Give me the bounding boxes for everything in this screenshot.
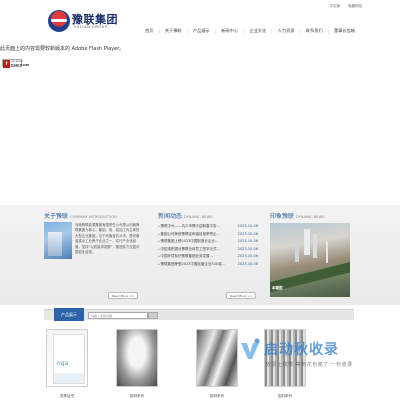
language-link[interactable]: 中文版 bbox=[330, 4, 341, 9]
flash-banner: 此页面上的内容需要较新版本的 Adobe Flash Player。 f GET… bbox=[0, 45, 400, 205]
flash-player-icon: f bbox=[3, 60, 10, 68]
product-label[interactable]: 铝材系列 bbox=[116, 394, 158, 399]
about-section: 关于豫联 COMPANY INTRODUCTION 河南豫联能源集团有限责任公司是… bbox=[44, 211, 142, 301]
watermark-overlay: 启动秋收录 收录上线慢·等到花也谢了·一秒收录 bbox=[238, 337, 388, 377]
product-search-button[interactable] bbox=[148, 312, 158, 319]
nav-item-mailbox[interactable]: 董事长信箱 bbox=[329, 28, 360, 34]
news-list: 豫联中州——巩义市豫中迎新春平安... 2023-10-08 集团公司荣获豫联征和… bbox=[158, 223, 259, 269]
news-item-date: 2023-10-08 bbox=[237, 231, 258, 236]
news-item-date: 2023-10-08 bbox=[237, 224, 258, 228]
news-title: 新闻动态 bbox=[158, 213, 183, 220]
news-item-date: 2023-10-06 bbox=[237, 261, 258, 266]
news-item-title[interactable]: 集团公司荣获豫联征和谐信用荣誉企... bbox=[158, 231, 226, 239]
main-nav: 首页 | 关于豫联 | 产品展示 | 新闻中心 | 企业文化 | 人力资源 | … bbox=[140, 26, 360, 36]
news-item[interactable]: 中铝洛阳铜业豫联全体员工签字仪式... 2023-10-06 bbox=[158, 246, 259, 254]
flash-badge-line2: FLASH PLAYER bbox=[11, 63, 29, 67]
news-item[interactable]: 中国环境标识豫联集团业务发展... 2023-10-06 bbox=[158, 253, 259, 261]
nav-item-news[interactable]: 新闻中心 bbox=[216, 28, 243, 34]
logo-emblem-icon bbox=[48, 10, 70, 32]
news-item-title[interactable]: 豫联中州——巩义市豫中迎新春平安... bbox=[158, 223, 226, 231]
news-section: 新闻动态DYNAMIC NEWS 豫联中州——巩义市豫中迎新春平安... 2023… bbox=[158, 211, 258, 301]
products-tab[interactable]: 产品展示 bbox=[54, 308, 84, 321]
site-header: 豫联集团 YULIAN GROUP 中文版 收藏网站 首页 | 关于豫联 | 产… bbox=[0, 0, 400, 45]
nav-item-about[interactable]: 关于豫联 bbox=[160, 28, 187, 34]
news-item-date: 2023-10-06 bbox=[237, 239, 258, 244]
news-item-title[interactable]: 中国环境标识豫联集团业务发展... bbox=[158, 253, 226, 261]
about-building-image bbox=[44, 222, 72, 259]
section-title: 印象豫联 DYNAMIC NEWS bbox=[270, 211, 350, 220]
nav-item-products[interactable]: 产品展示 bbox=[188, 28, 215, 34]
section-title: 新闻动态 DYNAMIC NEWS bbox=[158, 211, 258, 220]
content-strip: 关于豫联 COMPANY INTRODUCTION 河南豫联能源集团有限责任公司是… bbox=[0, 205, 400, 305]
news-item[interactable]: 豫联中州——巩义市豫中迎新春平安... 2023-10-08 bbox=[158, 223, 259, 231]
products-header-bar: 产品展示 请输入查找内容 bbox=[44, 308, 354, 321]
impression-section: 印象豫联 DYNAMIC NEWS 本期图 bbox=[270, 211, 350, 301]
about-subtitle: COMPANY INTRODUCTION bbox=[70, 215, 117, 219]
product-card-certificate[interactable] bbox=[46, 329, 88, 387]
product-card-aluminum-rod[interactable] bbox=[196, 329, 238, 387]
product-search-input[interactable]: 请输入查找内容 bbox=[88, 312, 148, 319]
about-title: 关于豫联 bbox=[44, 213, 69, 220]
top-links: 中文版 收藏网站 bbox=[330, 4, 363, 9]
impression-caption: 本期图 bbox=[272, 286, 283, 290]
product-label[interactable]: 铝材系列 bbox=[196, 394, 238, 399]
section-title: 关于豫联 COMPANY INTRODUCTION bbox=[44, 211, 142, 220]
nav-item-hr[interactable]: 人力资源 bbox=[273, 28, 300, 34]
watermark-subtitle: 收录上线慢·等到花也谢了·一秒收录 bbox=[266, 362, 353, 368]
bookmark-link[interactable]: 收藏网站 bbox=[348, 4, 362, 9]
impress-title: 印象豫联 bbox=[270, 213, 295, 220]
about-read-more-button[interactable]: Read More >> bbox=[108, 292, 138, 299]
product-card-aluminum-coil[interactable] bbox=[116, 329, 158, 387]
impress-subtitle: DYNAMIC NEWS bbox=[296, 215, 325, 219]
logo-english-name: YULIAN GROUP bbox=[74, 25, 108, 29]
news-item-title[interactable]: 中铝洛阳铜业豫联全体员工签字仪式... bbox=[158, 246, 226, 254]
news-item-date: 2023-10-06 bbox=[237, 246, 258, 251]
watermark-logo-icon bbox=[241, 338, 260, 359]
flash-badge-line1: GET ADOBE bbox=[11, 60, 23, 63]
news-item-title[interactable]: 豫联集团上榜2023中国制造业企业... bbox=[158, 238, 226, 246]
site-logo[interactable]: 豫联集团 YULIAN GROUP bbox=[48, 10, 118, 34]
product-label[interactable]: 资质证书 bbox=[46, 394, 88, 399]
news-item-title[interactable]: 豫联集团荣登2023中国民营企业500强... bbox=[158, 261, 226, 269]
nav-item-culture[interactable]: 企业文化 bbox=[244, 28, 271, 34]
watermark-title: 启动秋收录 bbox=[264, 342, 339, 358]
news-item[interactable]: 集团公司荣获豫联征和谐信用荣誉企... 2023-10-08 bbox=[158, 231, 259, 239]
nav-item-contact[interactable]: 联系我们 bbox=[301, 28, 328, 34]
news-item-date: 2023-10-06 bbox=[237, 254, 258, 259]
news-subtitle: DYNAMIC NEWS bbox=[184, 215, 213, 219]
news-read-more-button[interactable]: Read More >> bbox=[226, 292, 256, 299]
news-item[interactable]: 豫联集团荣登2023中国民营企业500强... 2023-10-06 bbox=[158, 261, 259, 269]
flash-required-message: 此页面上的内容需要较新版本的 Adobe Flash Player。 bbox=[0, 46, 125, 52]
news-item[interactable]: 豫联集团上榜2023中国制造业企业... 2023-10-06 bbox=[158, 238, 259, 246]
get-flash-player-button[interactable]: f GET ADOBE FLASH PLAYER bbox=[2, 59, 29, 68]
about-description: 河南豫联能源集团有限责任公司是以河南豫联集团为核心，集铝、电、铝加工为主体的大型… bbox=[75, 223, 140, 255]
product-label[interactable]: 铝材系列 bbox=[264, 394, 306, 399]
nav-item-home[interactable]: 首页 bbox=[140, 28, 158, 34]
